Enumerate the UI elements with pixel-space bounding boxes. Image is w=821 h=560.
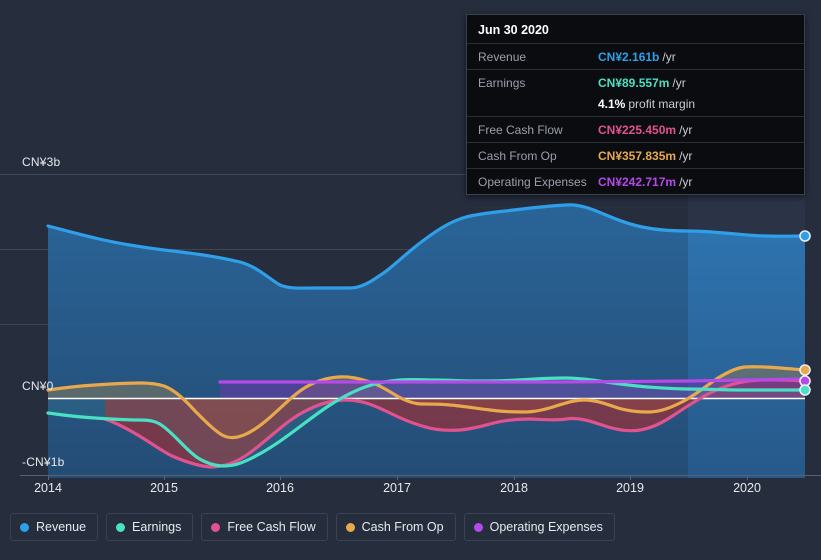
endpoint-earnings [799, 384, 811, 396]
x-axis-label-2018: 2018 [500, 481, 528, 495]
tooltip-key-operating-expenses: Operating Expenses [478, 174, 587, 189]
legend-label-revenue: Revenue [36, 520, 87, 534]
tooltip-value-free-cash-flow: CN¥225.450m [598, 122, 677, 137]
x-axis-label-2019: 2019 [616, 481, 644, 495]
tooltip-row-revenue: Revenue CN¥2.161b /yr [467, 43, 804, 69]
legend-label-free-cash-flow: Free Cash Flow [227, 520, 316, 534]
x-axis-label-2014: 2014 [34, 481, 62, 495]
tooltip-value-earnings: CN¥89.557m [598, 75, 670, 90]
chart-page: CN¥3b CN¥0 -CN¥1b 2014 2015 2016 2017 20… [0, 0, 821, 560]
tooltip-value-profit-margin: 4.1% [598, 96, 626, 111]
legend-item-operating-expenses[interactable]: Operating Expenses [463, 513, 615, 541]
tooltip-row-cash-from-op: Cash From Op CN¥357.835m /yr [467, 142, 804, 168]
legend-label-operating-expenses: Operating Expenses [489, 520, 603, 534]
legend-label-cash-from-op: Cash From Op [361, 520, 444, 534]
tooltip-unit-cash-from-op: /yr [679, 148, 693, 163]
tooltip-unit-free-cash-flow: /yr [679, 122, 693, 137]
tooltip-key-earnings: Earnings [478, 75, 526, 90]
tooltip-value-revenue: CN¥2.161b [598, 49, 660, 64]
legend-label-earnings: Earnings [132, 520, 182, 534]
x-axis-label-2017: 2017 [383, 481, 411, 495]
y-axis-label-bottom: -CN¥1b [22, 455, 65, 469]
legend-item-revenue[interactable]: Revenue [10, 513, 99, 541]
x-axis-label-2020: 2020 [733, 481, 761, 495]
tooltip-unit-earnings: /yr [672, 75, 686, 90]
y-axis-label-top: CN¥3b [22, 155, 61, 169]
x-axis-label-2015: 2015 [150, 481, 178, 495]
legend-dot-icon-earnings [116, 522, 126, 532]
legend-dot-icon-revenue [20, 522, 29, 532]
legend-item-earnings[interactable]: Earnings [106, 513, 194, 541]
chart-legend: Revenue Earnings Free Cash Flow Cash Fro… [10, 513, 615, 541]
tooltip-date: Jun 30 2020 [478, 23, 549, 37]
endpoint-revenue [799, 230, 811, 242]
legend-dot-icon-operating-expenses [473, 522, 483, 532]
y-axis-label-zero: CN¥0 [22, 379, 54, 393]
tooltip-unit-operating-expenses: /yr [679, 174, 693, 189]
tooltip-key-cash-from-op: Cash From Op [478, 148, 557, 163]
legend-dot-icon-cash-from-op [345, 522, 355, 532]
tooltip-row-operating-expenses: Operating Expenses CN¥242.717m /yr [467, 168, 804, 194]
tooltip-row-earnings: Earnings CN¥89.557m /yr [467, 69, 804, 95]
tooltip-key-revenue: Revenue [478, 49, 527, 64]
tooltip-key-free-cash-flow: Free Cash Flow [478, 122, 563, 137]
tooltip-unit-revenue: /yr [662, 49, 676, 64]
chart-tooltip: Jun 30 2020 Revenue CN¥2.161b /yr Earnin… [466, 14, 805, 195]
tooltip-row-free-cash-flow: Free Cash Flow CN¥225.450m /yr [467, 116, 804, 142]
tooltip-value-operating-expenses: CN¥242.717m [598, 174, 677, 189]
legend-item-cash-from-op[interactable]: Cash From Op [335, 513, 456, 541]
legend-item-free-cash-flow[interactable]: Free Cash Flow [201, 513, 328, 541]
tooltip-row-profit-margin: 4.1% profit margin [467, 95, 804, 116]
tooltip-value-cash-from-op: CN¥357.835m [598, 148, 677, 163]
legend-dot-icon-free-cash-flow [211, 522, 221, 532]
tooltip-sub-profit-margin: profit margin [628, 96, 696, 111]
endpoint-cashfromop [799, 364, 811, 376]
x-axis-label-2016: 2016 [266, 481, 294, 495]
